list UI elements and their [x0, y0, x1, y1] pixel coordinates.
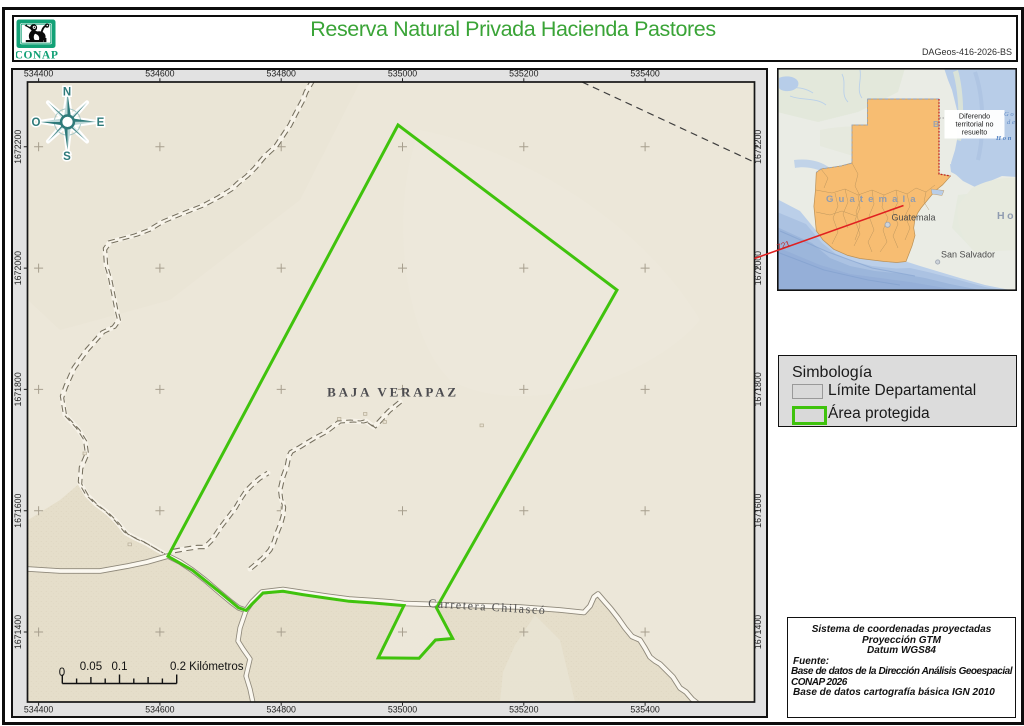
svg-text:N: N — [63, 86, 71, 98]
svg-text:535400: 535400 — [630, 705, 659, 715]
svg-text:d e: d e — [1007, 119, 1015, 126]
svg-text:535200: 535200 — [509, 69, 538, 79]
svg-text:0.1: 0.1 — [112, 661, 128, 673]
svg-text:Ho: Ho — [997, 210, 1016, 222]
svg-text:1671600: 1671600 — [13, 493, 23, 527]
svg-text:1672000: 1672000 — [13, 251, 23, 285]
svg-text:535400: 535400 — [630, 69, 659, 79]
svg-text:534800: 534800 — [267, 705, 296, 715]
svg-text:BAJA VERAPAZ: BAJA VERAPAZ — [327, 385, 459, 400]
svg-text:1671400: 1671400 — [753, 615, 763, 649]
svg-text:CONAP: CONAP — [16, 50, 58, 62]
svg-text:535000: 535000 — [388, 705, 417, 715]
svg-text:535200: 535200 — [509, 705, 538, 715]
svg-text:O: O — [32, 117, 41, 129]
svg-text:1672000: 1672000 — [753, 251, 763, 285]
svg-text:B: B — [933, 119, 939, 129]
svg-text:534800: 534800 — [267, 69, 296, 79]
svg-text:1671400: 1671400 — [13, 615, 23, 649]
svg-text:Guatemala: Guatemala — [892, 213, 936, 223]
svg-text:0.2 Kilómetros: 0.2 Kilómetros — [170, 661, 244, 673]
svg-text:San Salvador: San Salvador — [941, 250, 995, 260]
svg-text:1672200: 1672200 — [753, 130, 763, 164]
svg-text:G u a t e m a l a: G u a t e m a l a — [826, 194, 917, 205]
svg-text:1672200: 1672200 — [13, 130, 23, 164]
svg-text:534600: 534600 — [145, 69, 174, 79]
svg-text:535000: 535000 — [388, 69, 417, 79]
svg-text:534400: 534400 — [24, 69, 53, 79]
svg-text:534600: 534600 — [145, 705, 174, 715]
svg-text:0.05: 0.05 — [80, 661, 102, 673]
svg-text:resuelto: resuelto — [962, 128, 988, 137]
svg-text:534400: 534400 — [24, 705, 53, 715]
svg-text:H o n: H o n — [995, 135, 1012, 142]
svg-text:1671600: 1671600 — [753, 493, 763, 527]
svg-text:1671800: 1671800 — [753, 372, 763, 406]
svg-text:0: 0 — [59, 667, 65, 679]
svg-text:E: E — [97, 117, 105, 129]
svg-text:S: S — [63, 151, 71, 163]
svg-text:1671800: 1671800 — [13, 372, 23, 406]
svg-text:G o: G o — [1004, 111, 1014, 118]
